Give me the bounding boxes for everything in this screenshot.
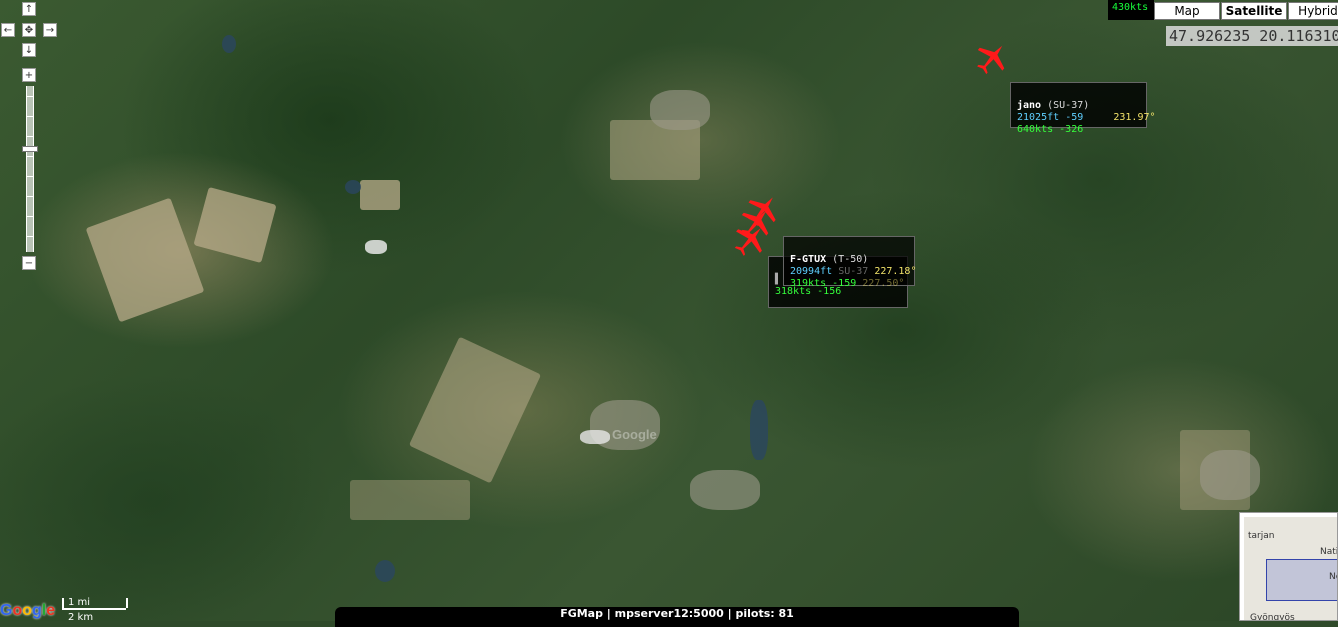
lake [345,180,361,194]
google-logo[interactable]: Google [0,602,55,620]
aircraft-heading-behind: 227.50° [862,278,905,289]
map-scale: 1 mi 2 km [62,597,144,623]
overview-label: Gyöngyös [1250,613,1295,621]
village [690,470,760,510]
village [650,90,710,130]
cloud [580,430,610,444]
status-text: FGMap | mpserver12:5000 | pilots: 81 [560,607,794,620]
scale-metric: 2 km [68,612,94,623]
lake [375,560,395,582]
terrain-field [350,480,470,520]
aircraft-speed-stub: 430kts [1108,0,1154,20]
pan-up-button[interactable]: ↑ [22,2,36,16]
terrain-field [408,336,542,484]
scale-imperial: 1 mi [68,597,91,608]
status-bar: FGMap | mpserver12:5000 | pilots: 81 [335,607,1019,627]
zoom-tick [27,216,33,217]
terrain-field [85,197,205,323]
aircraft-vspeed: -59 [1065,112,1084,123]
aircraft-speed-change: -159 [832,278,857,289]
aircraft-speed: 640kts [1017,124,1054,135]
zoom-tick [27,116,33,117]
aircraft-altitude: 20994ft [790,266,833,277]
map-type-hybrid-button[interactable]: Hybrid [1288,2,1338,20]
zoom-slider-thumb[interactable] [22,146,38,152]
terrain-field [193,186,277,264]
aircraft-heading: 231.97° [1113,112,1156,123]
aircraft-speed-change: -326 [1059,124,1084,135]
aircraft-altitude: 21025ft [1017,112,1060,123]
lake [222,35,236,53]
aircraft-speed: 319kts [790,278,827,289]
map-watermark: Google [612,427,657,442]
overview-label: Ne [1329,572,1337,582]
overview-label: tarjan [1248,531,1275,541]
scale-tick [62,598,64,608]
terrain-field [360,180,400,210]
aircraft-heading: 227.18° [874,266,917,277]
aircraft-model: (T-50) [832,254,869,265]
zoom-tick [27,96,33,97]
aircraft-callsign: jano [1017,100,1042,111]
map-type-satellite-button[interactable]: Satellite [1221,2,1287,20]
aircraft-model: (SU-37) [1047,100,1090,111]
zoom-tick [27,196,33,197]
aircraft-callsign: F-GTUX [790,254,827,265]
zoom-in-button[interactable]: + [22,68,36,82]
pan-left-button[interactable]: ← [1,23,15,37]
aircraft-model-overlap: SU-37 [838,266,869,277]
overview-map[interactable]: tarjan Natio Ne Gyöngyös [1239,512,1338,621]
aircraft-label: jano (SU-37) 21025ft -59 231.97° 640kts … [1010,82,1156,135]
aircraft-label: F-GTUX (T-50) 20994ft SU-37 227.18° 319k… [783,236,917,289]
overview-map-area: tarjan Natio Ne Gyöngyös [1244,517,1337,621]
map-type-map-button[interactable]: Map [1154,2,1220,20]
zoom-out-button[interactable]: − [22,256,36,270]
overview-viewport[interactable]: Ne [1266,559,1337,601]
cursor-coordinates: 47.926235 20.116310 [1166,26,1338,46]
pan-center-button[interactable]: ✥ [22,23,36,37]
lake [750,400,768,460]
overview-label: Natio [1320,547,1337,557]
village [1200,450,1260,500]
pan-right-button[interactable]: → [43,23,57,37]
pan-down-button[interactable]: ↓ [22,43,36,57]
cloud [365,240,387,254]
zoom-tick [27,236,33,237]
zoom-tick [27,136,33,137]
zoom-slider[interactable] [26,86,34,252]
zoom-tick [27,176,33,177]
scale-tick [126,598,128,608]
zoom-tick [27,156,33,157]
